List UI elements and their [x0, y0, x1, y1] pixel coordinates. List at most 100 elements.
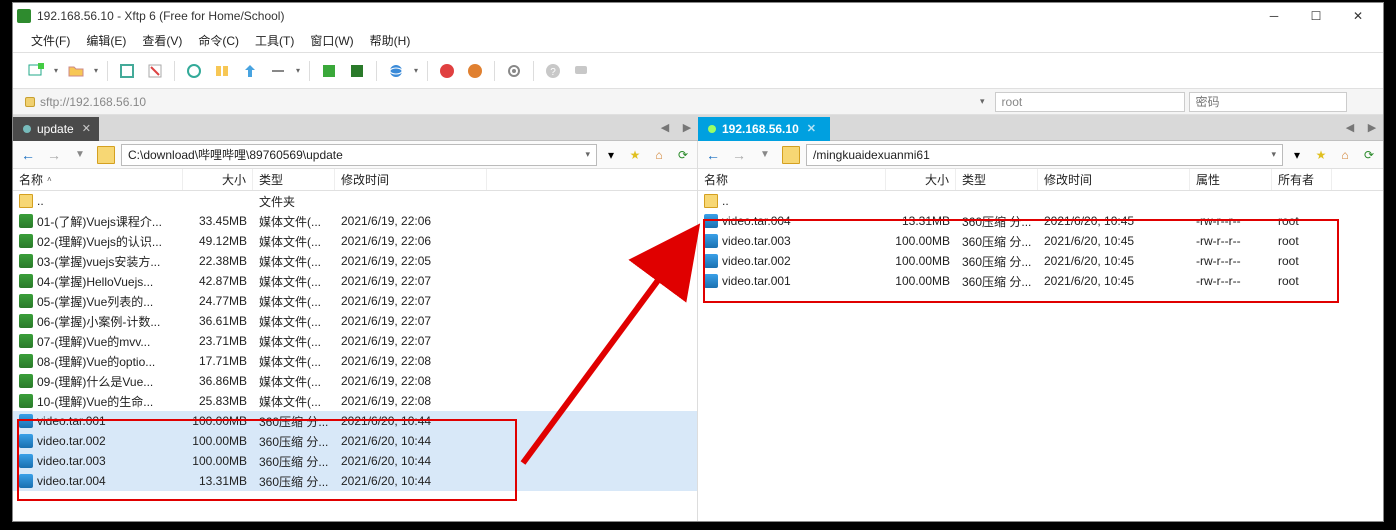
up-dir-icon[interactable]: ▼ [754, 144, 776, 166]
file-row[interactable]: 07-(理解)Vue的mvv...23.71MB媒体文件(...2021/6/1… [13, 331, 697, 351]
new-session-dd[interactable]: ▾ [51, 66, 61, 75]
file-row[interactable]: 04-(掌握)HelloVuejs...42.87MB媒体文件(...2021/… [13, 271, 697, 291]
arc-file-icon [704, 214, 718, 228]
refresh-icon[interactable]: ⟳ [1359, 145, 1379, 165]
home-icon[interactable]: ⌂ [1335, 145, 1355, 165]
help-icon[interactable]: ? [540, 58, 566, 84]
col-size[interactable]: 大小 [886, 169, 956, 190]
back-icon[interactable]: ← [702, 144, 724, 166]
file-row[interactable]: 08-(理解)Vue的optio...17.71MB媒体文件(...2021/6… [13, 351, 697, 371]
history-dd[interactable]: ▾ [1287, 145, 1307, 165]
tab-next-icon[interactable]: ▶ [676, 117, 698, 139]
file-row[interactable]: 06-(掌握)小案例-计数...36.61MB媒体文件(...2021/6/19… [13, 311, 697, 331]
star-icon[interactable]: ★ [1311, 145, 1331, 165]
new-session-icon[interactable] [23, 58, 49, 84]
forward-icon[interactable]: → [728, 144, 750, 166]
file-row[interactable]: 02-(理解)Vuejs的认识...49.12MB媒体文件(...2021/6/… [13, 231, 697, 251]
path-dd-icon[interactable]: ▾ [585, 149, 590, 160]
tab-local[interactable]: update ✕ [13, 117, 99, 141]
globe-dd[interactable]: ▾ [411, 66, 421, 75]
tab-remote-label: 192.168.56.10 [722, 122, 799, 136]
xt1-icon[interactable] [316, 58, 342, 84]
file-row[interactable]: video.tar.002100.00MB360压缩 分...2021/6/20… [698, 251, 1383, 271]
file-row[interactable]: video.tar.003100.00MB360压缩 分...2021/6/20… [13, 451, 697, 471]
forward-icon[interactable]: → [43, 144, 65, 166]
up-dir-icon[interactable]: ▼ [69, 144, 91, 166]
b-icon[interactable] [462, 58, 488, 84]
path-dd-icon[interactable]: ▾ [1271, 149, 1276, 160]
file-row[interactable]: 05-(掌握)Vue列表的...24.77MB媒体文件(...2021/6/19… [13, 291, 697, 311]
tab-prev-icon[interactable]: ◀ [654, 117, 676, 139]
xt2-icon[interactable] [344, 58, 370, 84]
disconnect-icon[interactable] [142, 58, 168, 84]
file-row[interactable]: 09-(理解)什么是Vue...36.86MB媒体文件(...2021/6/19… [13, 371, 697, 391]
password-field[interactable] [1189, 92, 1347, 112]
open-icon[interactable] [63, 58, 89, 84]
home-icon[interactable]: ⌂ [649, 145, 669, 165]
local-col-head: 名称˄ 大小 类型 修改时间 [13, 169, 697, 191]
folder-file-icon [19, 194, 33, 208]
view-dd[interactable]: ▾ [293, 66, 303, 75]
tab-local-label: update [37, 122, 74, 136]
mp4-file-icon [19, 374, 33, 388]
back-icon[interactable]: ← [17, 144, 39, 166]
folder-icon [782, 146, 800, 164]
menu-edit[interactable]: 编辑(E) [78, 30, 134, 51]
file-row[interactable]: 03-(掌握)vuejs安装方...22.38MB媒体文件(...2021/6/… [13, 251, 697, 271]
menu-help[interactable]: 帮助(H) [362, 30, 419, 51]
file-row[interactable]: video.tar.00413.31MB360压缩 分...2021/6/20,… [698, 211, 1383, 231]
minimize-button[interactable]: ─ [1253, 4, 1295, 28]
menu-win[interactable]: 窗口(W) [302, 30, 361, 51]
col-name[interactable]: 名称˄ [13, 169, 183, 190]
home-icon[interactable] [209, 58, 235, 84]
menu-view[interactable]: 查看(V) [134, 30, 190, 51]
folder-file-icon [704, 194, 718, 208]
file-row[interactable]: video.tar.001100.00MB360压缩 分...2021/6/20… [698, 271, 1383, 291]
address-dd[interactable]: ▾ [980, 96, 985, 107]
parent-row[interactable]: ..文件夹 [13, 191, 697, 211]
col-attr[interactable]: 属性 [1190, 169, 1272, 190]
history-dd[interactable]: ▾ [601, 145, 621, 165]
view-icon[interactable] [265, 58, 291, 84]
remote-path-input[interactable]: /mingkuaidexuanmi61 ▾ [806, 144, 1283, 166]
col-mtime[interactable]: 修改时间 [1038, 169, 1190, 190]
gear-icon[interactable] [501, 58, 527, 84]
tab-close-icon[interactable]: ✕ [807, 122, 816, 135]
tab-remote[interactable]: 192.168.56.10 ✕ [698, 117, 830, 141]
file-row[interactable]: 01-(了解)Vuejs课程介...33.45MB媒体文件(...2021/6/… [13, 211, 697, 231]
col-owner[interactable]: 所有者 [1272, 169, 1332, 190]
s-icon[interactable] [434, 58, 460, 84]
col-type[interactable]: 类型 [253, 169, 335, 190]
file-row[interactable]: video.tar.003100.00MB360压缩 分...2021/6/20… [698, 231, 1383, 251]
col-name[interactable]: 名称 [698, 169, 886, 190]
file-row[interactable]: video.tar.00413.31MB360压缩 分...2021/6/20,… [13, 471, 697, 491]
reconnect-icon[interactable] [114, 58, 140, 84]
star-icon[interactable]: ★ [625, 145, 645, 165]
file-row[interactable]: video.tar.001100.00MB360压缩 分...2021/6/20… [13, 411, 697, 431]
up-icon[interactable] [237, 58, 263, 84]
local-path-input[interactable]: C:\download\哔哩哔哩\89760569\update ▾ [121, 144, 597, 166]
maximize-button[interactable]: ☐ [1295, 4, 1337, 28]
tab-close-icon[interactable]: ✕ [82, 122, 91, 135]
file-row[interactable]: 10-(理解)Vue的生命...25.83MB媒体文件(...2021/6/19… [13, 391, 697, 411]
tab-prev-icon[interactable]: ◀ [1339, 117, 1361, 139]
mp4-file-icon [19, 394, 33, 408]
col-size[interactable]: 大小 [183, 169, 253, 190]
bubble-icon[interactable] [568, 58, 594, 84]
parent-row[interactable]: .. [698, 191, 1383, 211]
arc-file-icon [704, 254, 718, 268]
refresh-icon[interactable]: ⟳ [673, 145, 693, 165]
tab-next-icon[interactable]: ▶ [1361, 117, 1383, 139]
col-mtime[interactable]: 修改时间 [335, 169, 487, 190]
menu-file[interactable]: 文件(F) [23, 30, 78, 51]
menu-cmd[interactable]: 命令(C) [190, 30, 247, 51]
close-button[interactable]: ✕ [1337, 4, 1379, 28]
sync-icon[interactable] [181, 58, 207, 84]
menu-tool[interactable]: 工具(T) [247, 30, 302, 51]
globe-icon[interactable] [383, 58, 409, 84]
col-type[interactable]: 类型 [956, 169, 1038, 190]
file-row[interactable]: video.tar.002100.00MB360压缩 分...2021/6/20… [13, 431, 697, 451]
open-dd[interactable]: ▾ [91, 66, 101, 75]
user-field[interactable] [995, 92, 1185, 112]
address-url[interactable]: sftp://192.168.56.10 [40, 95, 980, 109]
